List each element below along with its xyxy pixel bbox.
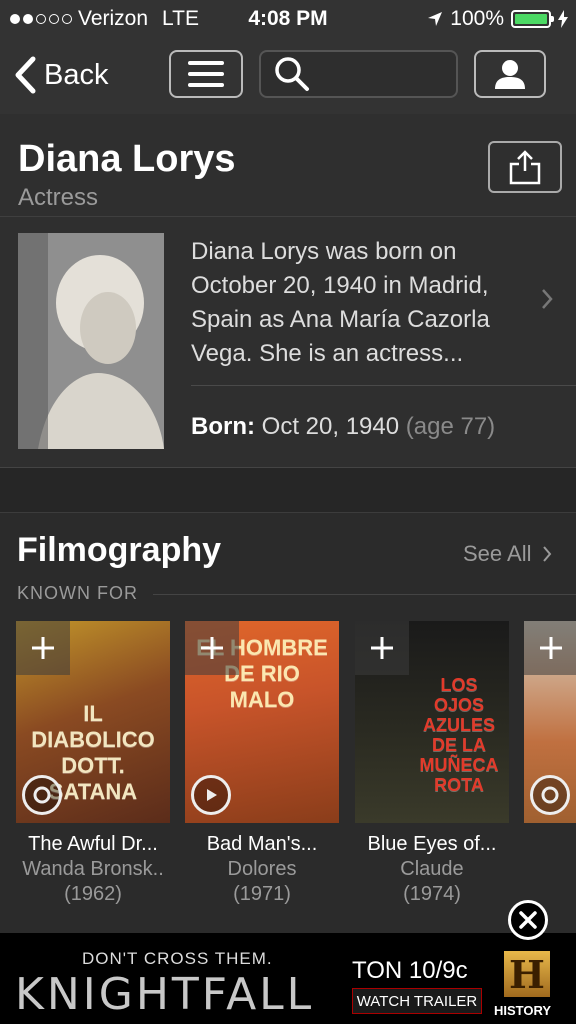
add-watchlist-button[interactable] <box>524 621 576 675</box>
search-icon <box>275 57 309 91</box>
born-age: (age 77) <box>405 413 496 440</box>
section-spacer <box>0 468 576 513</box>
add-watchlist-button[interactable] <box>355 621 409 675</box>
play-icon <box>33 786 51 804</box>
film-year: (1962) <box>64 883 122 905</box>
born-date: Oct 20, 1940 <box>261 413 400 440</box>
bio-text: Diana Lorys was born on October 20, 1940… <box>191 238 490 367</box>
film-poster[interactable]: LOS OJOS AZULES DE LA MUÑECA ROTA <box>355 621 509 823</box>
history-logo-text: HISTORY <box>494 1003 552 1018</box>
ad-banner[interactable]: DON'T CROSS THEM. KNIGHTFALL TON 10/9c W… <box>0 933 576 1024</box>
share-icon <box>509 150 541 185</box>
watch-trailer-button[interactable]: WATCH TRAILER <box>352 988 482 1014</box>
status-bar: Verizon LTE 4:08 PM 100% <box>0 0 576 38</box>
play-trailer-button[interactable] <box>191 775 231 815</box>
film-role: Claude <box>400 858 464 880</box>
film-role: Wanda Bronsk.. <box>22 858 164 880</box>
nav-bar: Back <box>0 38 576 114</box>
share-button[interactable] <box>488 141 562 193</box>
film-card[interactable] <box>524 621 576 823</box>
person-header: Diana Lorys Actress <box>0 114 576 217</box>
add-watchlist-button[interactable] <box>185 621 239 675</box>
person-name: Diana Lorys <box>18 138 236 180</box>
film-title: Blue Eyes of... <box>367 833 497 855</box>
film-card[interactable]: EL HOMBRE DE RIO MALO Bad Man's... Dolor… <box>185 621 339 906</box>
close-icon <box>519 911 537 929</box>
born-info: Born: Oct 20, 1940 (age 77) <box>191 413 495 441</box>
play-trailer-button[interactable] <box>22 775 62 815</box>
location-arrow-icon <box>428 12 443 26</box>
film-card[interactable]: IL DIABOLICO DOTT. SATANA The Awful Dr..… <box>16 621 170 906</box>
film-card[interactable]: LOS OJOS AZULES DE LA MUÑECA ROTA Blue E… <box>355 621 509 906</box>
battery-icon <box>511 10 554 28</box>
back-label: Back <box>44 58 109 91</box>
see-all-label: See All <box>463 541 532 566</box>
chevron-right-icon <box>542 546 551 562</box>
play-icon <box>541 786 559 804</box>
plus-icon <box>540 637 562 659</box>
see-all-link[interactable]: See All <box>463 541 552 567</box>
film-year: (1971) <box>233 883 291 905</box>
back-button[interactable]: Back <box>14 56 108 94</box>
charging-bolt-icon <box>558 10 568 28</box>
ad-tagline: DON'T CROSS THEM. <box>82 949 273 968</box>
plus-icon <box>32 637 54 659</box>
divider <box>191 385 576 386</box>
plus-icon <box>201 637 223 659</box>
headshot-photo <box>18 233 164 449</box>
film-poster[interactable]: EL HOMBRE DE RIO MALO <box>185 621 339 823</box>
known-for-label: KNOWN FOR <box>17 583 138 603</box>
born-label: Born: <box>191 413 255 440</box>
account-button[interactable] <box>474 50 546 98</box>
search-input[interactable] <box>259 50 458 98</box>
history-logo: H HISTORY <box>490 941 568 1021</box>
film-poster[interactable] <box>524 621 576 823</box>
user-icon <box>495 60 525 89</box>
film-poster[interactable]: IL DIABOLICO DOTT. SATANA <box>16 621 170 823</box>
chevron-right-icon <box>542 289 553 309</box>
ad-title: KNIGHTFALL <box>15 969 315 1020</box>
plus-icon <box>371 637 393 659</box>
bio-section[interactable]: Diana Lorys was born on October 20, 1940… <box>0 217 576 468</box>
hamburger-menu-icon <box>188 61 224 87</box>
section-title: Filmography <box>17 531 222 569</box>
film-title: Bad Man's... <box>206 833 318 855</box>
film-year: (1974) <box>403 883 461 905</box>
menu-button[interactable] <box>169 50 243 98</box>
history-logo-mark: H <box>504 951 550 997</box>
film-title: The Awful Dr... <box>28 833 158 855</box>
poster-title: LOS OJOS AZULES DE LA MUÑECA ROTA <box>419 675 499 795</box>
close-ad-button[interactable] <box>508 900 548 940</box>
ad-airtime: TON 10/9c <box>352 957 468 984</box>
add-watchlist-button[interactable] <box>16 621 70 675</box>
play-trailer-button[interactable] <box>530 775 570 815</box>
play-icon <box>207 789 217 801</box>
filmography-section: Filmography See All KNOWN FOR IL DIABOLI… <box>0 513 576 933</box>
divider <box>153 594 576 595</box>
status-right: 100% <box>427 7 568 31</box>
person-role: Actress <box>18 184 99 211</box>
chevron-left-icon <box>15 56 36 94</box>
film-role: Dolores <box>227 858 297 880</box>
battery-percent: 100% <box>450 7 504 30</box>
